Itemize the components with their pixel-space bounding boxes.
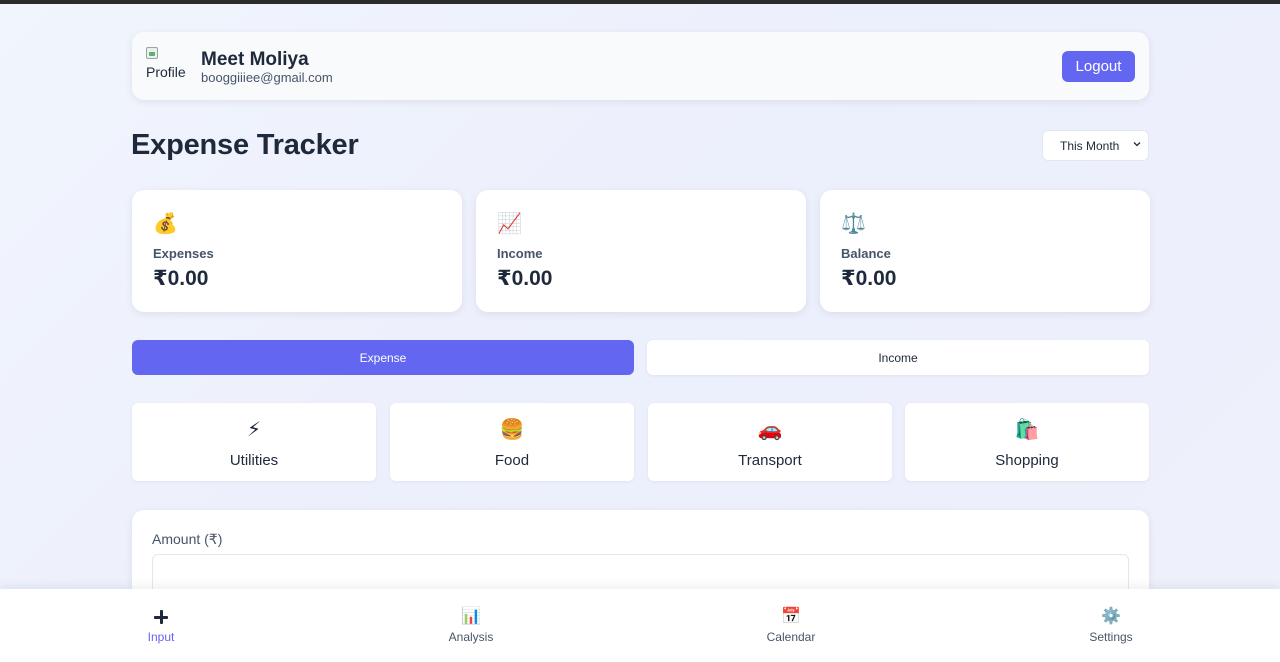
category-food[interactable]: 🍔 Food [390, 403, 634, 481]
scales-icon: ⚖️ [841, 213, 866, 235]
calendar-icon: 📅 [781, 608, 801, 625]
car-icon: 🚗 [757, 419, 783, 441]
shopping-bags-icon: 🛍️ [1014, 419, 1040, 441]
nav-calendar[interactable]: 📅 Calendar [731, 606, 851, 652]
nav-input[interactable]: Input [101, 606, 221, 652]
nav-label: Input [147, 630, 175, 644]
nav-label: Calendar [766, 630, 816, 644]
expenses-label: Expenses [153, 246, 214, 261]
nav-label: Analysis [448, 630, 494, 644]
broken-image-icon [146, 47, 158, 59]
balance-card: ⚖️ Balance ₹0.00 [820, 190, 1150, 312]
bar-chart-icon: 📊 [461, 608, 481, 625]
tab-income[interactable]: Income [647, 340, 1149, 375]
income-card: 📈 Income ₹0.00 [476, 190, 806, 312]
category-shopping[interactable]: 🛍️ Shopping [905, 403, 1149, 481]
money-bag-icon: 💰 [153, 213, 178, 235]
category-label: Shopping [995, 452, 1059, 469]
lightning-icon: ⚡ [246, 419, 262, 441]
category-label: Transport [738, 452, 802, 469]
chevron-down-icon [1133, 142, 1141, 147]
period-select-value: This Month [1060, 138, 1120, 153]
chart-up-icon: 📈 [497, 213, 522, 235]
category-label: Food [494, 452, 530, 469]
balance-label: Balance [841, 246, 891, 261]
amount-label: Amount (₹) [152, 531, 223, 547]
expenses-value: ₹0.00 [153, 267, 209, 290]
tab-expense[interactable]: Expense [132, 340, 634, 375]
balance-value: ₹0.00 [841, 267, 897, 290]
nav-settings[interactable]: ⚙️ Settings [1051, 606, 1171, 652]
profile-name: Meet Moliya [201, 49, 309, 70]
category-utilities[interactable]: ⚡ Utilities [132, 403, 376, 481]
nav-analysis[interactable]: 📊 Analysis [411, 606, 531, 652]
income-label: Income [497, 246, 543, 261]
plus-icon [154, 606, 168, 628]
nav-label: Settings [1089, 630, 1133, 644]
page-title: Expense Tracker [131, 129, 359, 161]
profile-card: Profile Meet Moliya booggiiiee@gmail.com… [132, 32, 1149, 100]
burger-icon: 🍔 [499, 419, 525, 441]
category-transport[interactable]: 🚗 Transport [648, 403, 892, 481]
profile-email: booggiiiee@gmail.com [201, 70, 333, 85]
profile-avatar-alt: Profile [146, 64, 186, 80]
period-select[interactable]: This Month [1042, 130, 1149, 161]
gear-icon: ⚙️ [1101, 608, 1121, 625]
expenses-card: 💰 Expenses ₹0.00 [132, 190, 462, 312]
window-top-edge [0, 0, 1280, 4]
income-value: ₹0.00 [497, 267, 553, 290]
logout-button[interactable]: Logout [1062, 51, 1135, 82]
bottom-nav: Input 📊 Analysis 📅 Calendar ⚙️ Settings [0, 589, 1280, 662]
profile-avatar: Profile [146, 47, 190, 87]
category-label: Utilities [229, 452, 279, 469]
